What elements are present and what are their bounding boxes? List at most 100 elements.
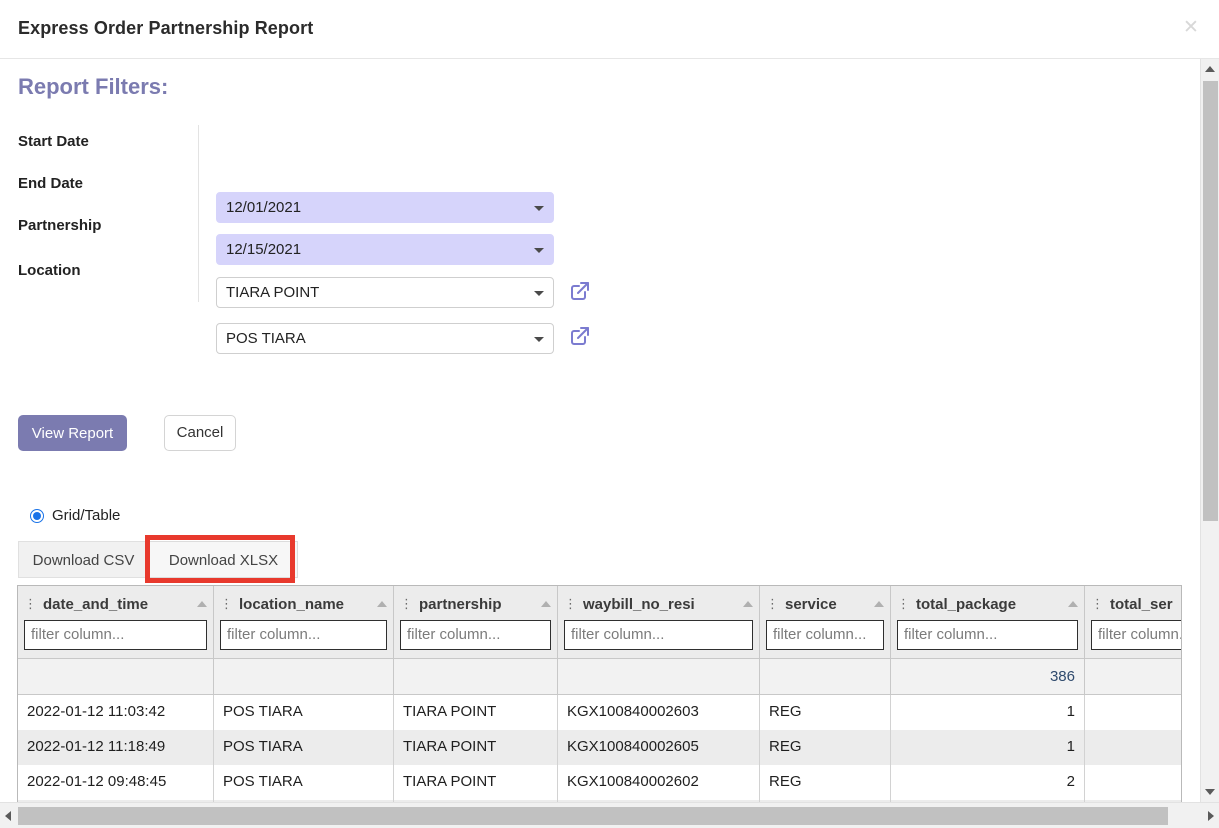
filter-divider — [198, 125, 199, 302]
sort-ascending-icon[interactable] — [1068, 601, 1078, 607]
chevron-down-icon[interactable] — [1205, 789, 1215, 795]
end-date-value: 12/15/2021 — [226, 241, 302, 258]
table-cell-waybill_no_resi: KGX100840002605 — [558, 730, 760, 765]
grid-column-header-service[interactable]: ⋮ service filter column... — [760, 586, 891, 658]
report-dialog: Express Order Partnership Report ✕ Repor… — [0, 0, 1219, 828]
grid-total-location_name — [214, 659, 394, 694]
column-header-label: location_name — [239, 595, 345, 613]
table-cell-date_and_time: 2022-01-12 09:48:45 — [18, 765, 214, 800]
table-cell-total_package: 2 — [891, 765, 1085, 800]
grid-column-header-total_package[interactable]: ⋮ total_packagefilter column... — [891, 586, 1085, 658]
table-cell-location_name: POS TIARA — [214, 765, 394, 800]
end-date-select[interactable]: 12/15/2021 — [216, 234, 554, 265]
column-filter-input-location_name[interactable]: filter column... — [220, 620, 387, 650]
horizontal-scrollbar-thumb[interactable] — [18, 807, 1168, 825]
partnership-external-link-icon[interactable] — [568, 279, 592, 303]
dialog-titlebar: Express Order Partnership Report ✕ — [0, 0, 1219, 59]
table-row[interactable]: 2022-01-12 11:03:42 POS TIARA TIARA POINT K… — [18, 695, 1181, 730]
column-filter-input-date_and_time[interactable]: filter column... — [24, 620, 207, 650]
chevron-right-icon[interactable] — [1208, 810, 1214, 821]
table-row[interactable]: 2022-01-12 11:18:49 POS TIARA TIARA POINT K… — [18, 730, 1181, 765]
column-header-label: service — [785, 595, 837, 613]
chevron-down-icon — [534, 205, 544, 211]
table-cell-service: REG — [760, 765, 891, 800]
grid-column-header-total_ser[interactable]: ⋮ total_serfilter column... — [1085, 586, 1181, 658]
radio-label-grid-table: Grid/Table — [52, 507, 121, 524]
column-header-label: date_and_time — [43, 595, 149, 613]
grid-total-total_package: 386 — [891, 659, 1085, 694]
sort-ascending-icon[interactable] — [197, 601, 207, 607]
grid-totals-row: 386882, — [18, 658, 1181, 695]
table-row[interactable]: 2022-01-12 09:48:45 POS TIARA TIARA POINT K… — [18, 765, 1181, 800]
table-cell-service: REG — [760, 695, 891, 730]
grid-column-header-partnership[interactable]: ⋮ partnership filter column... — [394, 586, 558, 658]
download-xlsx-button[interactable]: Download XLSX — [149, 541, 298, 578]
column-menu-icon[interactable]: ⋮ — [897, 598, 910, 611]
grid-total-waybill_no_resi — [558, 659, 760, 694]
table-cell-partnership: TIARA POINT — [394, 730, 558, 765]
chevron-up-icon[interactable] — [1205, 66, 1215, 72]
table-cell-partnership: TIARA POINT — [394, 695, 558, 730]
table-cell-location_name: POS TIARA — [214, 695, 394, 730]
location-value: POS TIARA — [226, 330, 306, 347]
grid-total-service — [760, 659, 891, 694]
partnership-select[interactable]: TIARA POINT — [216, 277, 554, 308]
start-date-value: 12/01/2021 — [226, 199, 302, 216]
column-filter-input-partnership[interactable]: filter column... — [400, 620, 551, 650]
chevron-down-icon — [534, 247, 544, 253]
start-date-select[interactable]: 12/01/2021 — [216, 192, 554, 223]
cancel-button[interactable]: Cancel — [164, 415, 236, 451]
location-select[interactable]: POS TIARA — [216, 323, 554, 354]
table-cell-date_and_time: 2022-01-12 11:18:49 — [18, 730, 214, 765]
page-title: Express Order Partnership Report — [18, 18, 314, 38]
horizontal-scrollbar[interactable] — [0, 802, 1219, 828]
grid-column-header-date_and_time[interactable]: ⋮ date_and_timefilter column... — [18, 586, 214, 658]
grid-column-header-waybill_no_resi[interactable]: ⋮ waybill_no_resifilter column... — [558, 586, 760, 658]
table-cell-total_ser — [1085, 730, 1181, 765]
location-external-link-icon[interactable] — [568, 324, 592, 348]
table-cell-waybill_no_resi: KGX100840002603 — [558, 695, 760, 730]
column-menu-icon[interactable]: ⋮ — [564, 598, 577, 611]
grid-total-total_ser: 882, — [1085, 659, 1181, 694]
grid-total-partnership — [394, 659, 558, 694]
column-header-label: total_ser — [1110, 595, 1173, 613]
sort-ascending-icon[interactable] — [874, 601, 884, 607]
vertical-scrollbar-thumb[interactable] — [1203, 81, 1218, 521]
column-menu-icon[interactable]: ⋮ — [24, 598, 37, 611]
vertical-scrollbar[interactable] — [1200, 59, 1219, 802]
table-cell-total_ser — [1085, 695, 1181, 730]
view-report-button[interactable]: View Report — [18, 415, 127, 451]
column-menu-icon[interactable]: ⋮ — [766, 598, 779, 611]
table-cell-date_and_time: 2022-01-12 11:03:42 — [18, 695, 214, 730]
report-filters-heading: Report Filters: — [18, 74, 169, 99]
close-icon[interactable]: ✕ — [1179, 15, 1203, 39]
label-start-date: Start Date — [18, 133, 89, 150]
sort-ascending-icon[interactable] — [541, 601, 551, 607]
report-grid: ⋮ date_and_timefilter column... ⋮ location_… — [17, 585, 1182, 802]
column-filter-input-total_package[interactable]: filter column... — [897, 620, 1078, 650]
dialog-body: Report Filters: Start Date End Date Part… — [0, 59, 1200, 802]
column-filter-input-service[interactable]: filter column... — [766, 620, 884, 650]
chevron-left-icon[interactable] — [5, 810, 11, 821]
sort-ascending-icon[interactable] — [743, 601, 753, 607]
table-cell-service: REG — [760, 730, 891, 765]
column-menu-icon[interactable]: ⋮ — [1091, 598, 1104, 611]
column-filter-input-waybill_no_resi[interactable]: filter column... — [564, 620, 753, 650]
table-cell-partnership: TIARA POINT — [394, 765, 558, 800]
grid-body: 2022-01-12 11:03:42 POS TIARA TIARA POINT K… — [18, 695, 1181, 802]
column-header-label: total_package — [916, 595, 1017, 613]
label-partnership: Partnership — [18, 217, 102, 234]
column-menu-icon[interactable]: ⋮ — [220, 598, 233, 611]
label-location: Location — [18, 262, 81, 279]
partnership-value: TIARA POINT — [226, 284, 320, 301]
radio-selected-dot — [33, 512, 41, 520]
sort-ascending-icon[interactable] — [377, 601, 387, 607]
column-header-label: waybill_no_resi — [583, 595, 695, 613]
column-filter-input-total_ser[interactable]: filter column... — [1091, 620, 1181, 650]
download-csv-button[interactable]: Download CSV — [18, 541, 149, 578]
table-cell-total_package: 1 — [891, 695, 1085, 730]
label-end-date: End Date — [18, 175, 84, 192]
grid-column-header-location_name[interactable]: ⋮ location_namefilter column... — [214, 586, 394, 658]
column-menu-icon[interactable]: ⋮ — [400, 598, 413, 611]
column-header-label: partnership — [419, 595, 502, 613]
